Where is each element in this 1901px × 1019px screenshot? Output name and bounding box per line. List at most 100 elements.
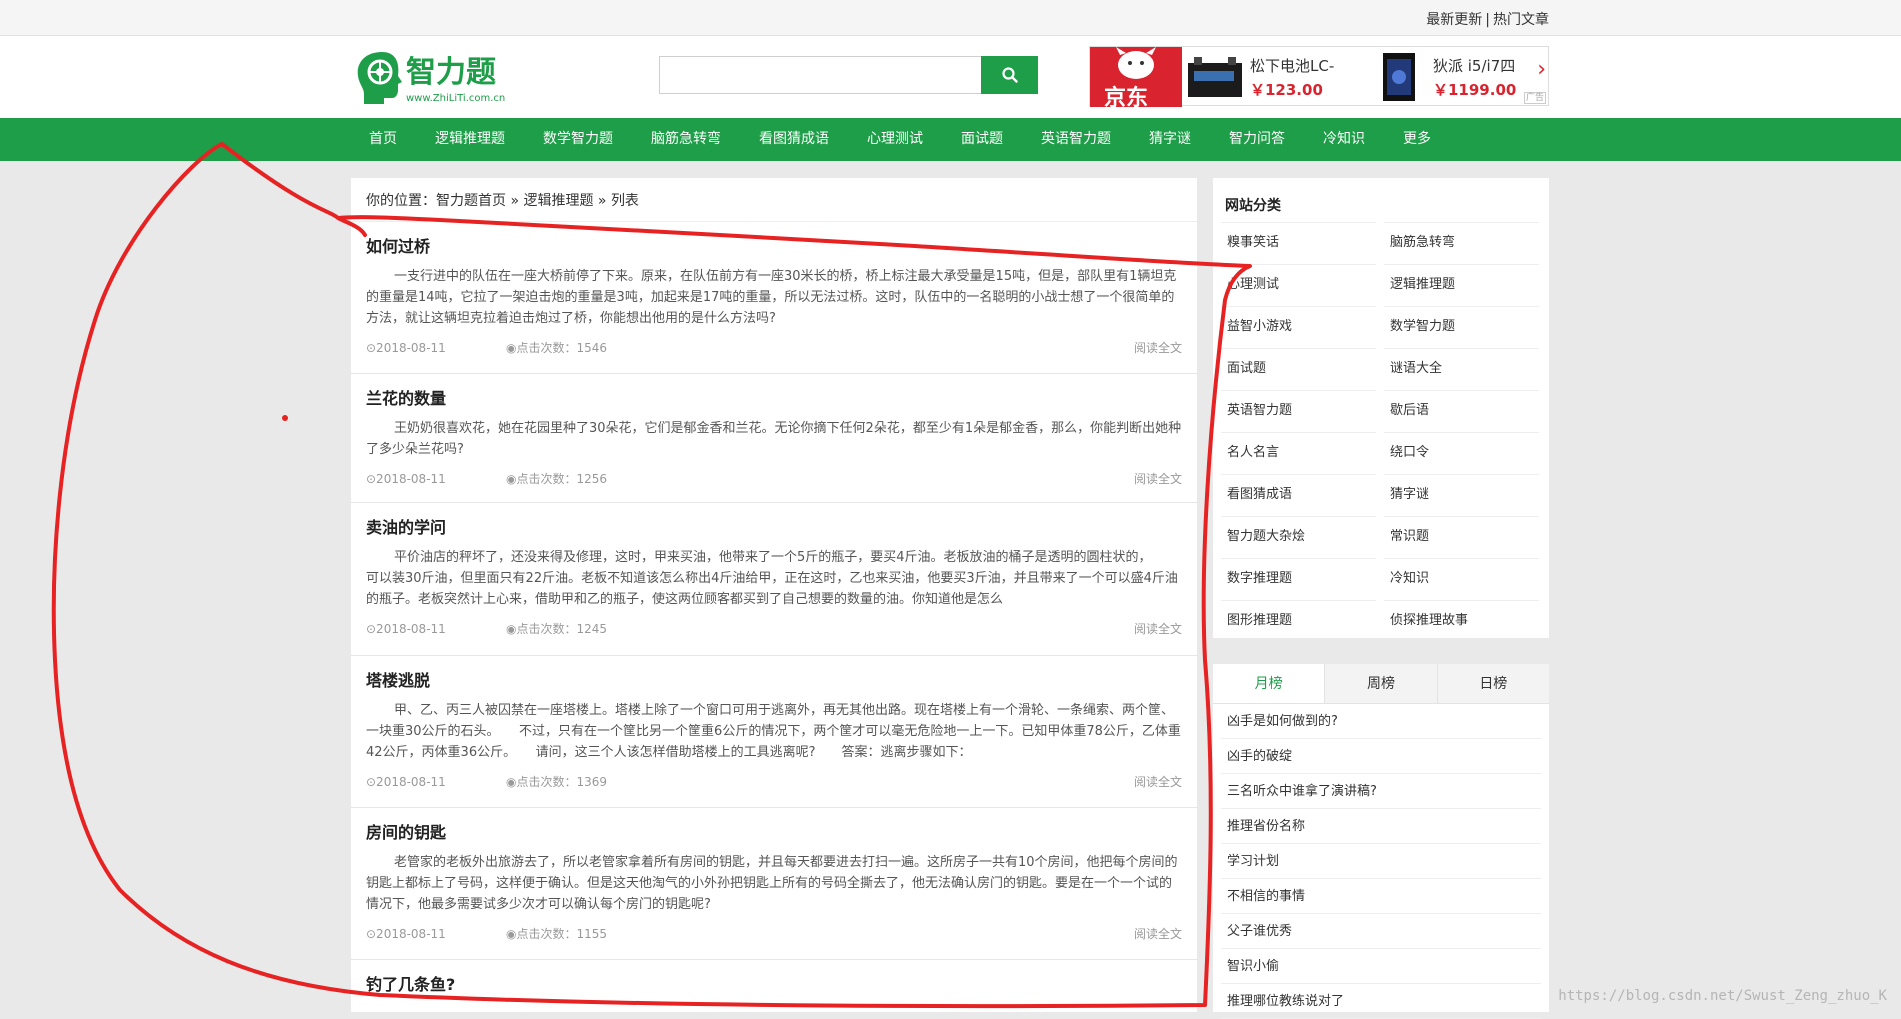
tab-weekly[interactable]: 周榜 [1324, 664, 1437, 703]
category-link[interactable]: 面试题 [1221, 348, 1376, 389]
jd-brand-block: 京东 [1090, 47, 1182, 111]
ad-item1-title[interactable]: 松下电池LC- [1250, 55, 1334, 76]
breadcrumb-home[interactable]: 智力题首页 [436, 193, 506, 209]
search-icon [1001, 67, 1018, 83]
article-title[interactable]: 塔楼逃脱 [366, 670, 1182, 692]
article-title[interactable]: 兰花的数量 [366, 388, 1182, 410]
logo-url: www.ZhiLiTi.com.cn [406, 93, 505, 104]
category-link[interactable]: 英语智力题 [1221, 390, 1376, 431]
ranking-item[interactable]: 推理省份名称 [1221, 809, 1541, 844]
breadcrumb-category[interactable]: 逻辑推理题 [523, 193, 593, 209]
ranking-item[interactable]: 学习计划 [1221, 844, 1541, 879]
nav-item-qa[interactable]: 智力问答 [1210, 118, 1304, 161]
hot-articles-link[interactable]: 热门文章 [1493, 12, 1549, 28]
category-panel-title: 网站分类 [1225, 198, 1281, 214]
article-views: ◉点击次数：1546 [506, 341, 608, 355]
ad-item2-price: ￥1199.00 [1433, 81, 1517, 99]
article-item: 如何过桥 一支行进中的队伍在一座大桥前停了下来。原来，在队伍前方有一座30米长的… [351, 222, 1197, 374]
tab-monthly[interactable]: 月榜 [1213, 664, 1325, 703]
article-list-panel: 你的位置：智力题首页 » 逻辑推理题 » 列表 如何过桥 一支行进中的队伍在一座… [351, 178, 1197, 1012]
latest-updates-link[interactable]: 最新更新 [1426, 12, 1482, 28]
ranking-item[interactable]: 不相信的事情 [1221, 879, 1541, 914]
ranking-item[interactable]: 凶手是如何做到的? [1221, 704, 1541, 739]
site-header: 智力题 www.ZhiLiTi.com.cn 京东 松下电池LC- ￥123.0… [0, 36, 1901, 118]
article-meta: ⊙2018-08-11 ◉点击次数：1245 阅读全文 [366, 614, 1182, 644]
category-link[interactable]: 脑筋急转弯 [1384, 222, 1539, 263]
nav-item-more[interactable]: 更多 [1384, 118, 1450, 161]
article-title[interactable]: 如何过桥 [366, 236, 1182, 258]
nav-item-trivia[interactable]: 冷知识 [1304, 118, 1384, 161]
article-views: ◉点击次数：1369 [506, 775, 608, 789]
nav-item-riddle[interactable]: 猜字谜 [1130, 118, 1210, 161]
article-title[interactable]: 钓了几条鱼? [366, 974, 1182, 996]
nav-item-logic[interactable]: 逻辑推理题 [416, 118, 524, 161]
nav-item-interview[interactable]: 面试题 [942, 118, 1022, 161]
category-link[interactable]: 心理测试 [1221, 264, 1376, 305]
category-link[interactable]: 益智小游戏 [1221, 306, 1376, 347]
category-link[interactable]: 猜字谜 [1384, 474, 1539, 515]
read-more-link[interactable]: 阅读全文 [1134, 333, 1182, 363]
category-link[interactable]: 看图猜成语 [1221, 474, 1376, 515]
article-date: ⊙2018-08-11 [366, 341, 446, 355]
nav-item-picture-idiom[interactable]: 看图猜成语 [740, 118, 848, 161]
ranking-item[interactable]: 智识小偷 [1221, 949, 1541, 984]
article-item: 钓了几条鱼? [351, 960, 1197, 1012]
tab-daily[interactable]: 日榜 [1436, 664, 1549, 703]
category-link[interactable]: 糗事笑话 [1221, 222, 1376, 263]
category-link[interactable]: 冷知识 [1384, 558, 1539, 599]
category-link[interactable]: 逻辑推理题 [1384, 264, 1539, 305]
ranking-list: 凶手是如何做到的? 凶手的破绽 三名听众中谁拿了演讲稿? 推理省份名称 学习计划… [1221, 704, 1541, 1019]
top-bar: 最新更新 | 热门文章 [0, 0, 1901, 36]
category-link[interactable]: 名人名言 [1221, 432, 1376, 473]
article-item: 房间的钥匙 老管家的老板外出旅游去了，所以老管家拿着所有房间的钥匙，并且每天都要… [351, 808, 1197, 960]
search-button[interactable] [981, 56, 1038, 94]
top-links-separator: | [1485, 12, 1490, 28]
article-meta: ⊙2018-08-11 ◉点击次数：1546 阅读全文 [366, 333, 1182, 363]
article-meta: ⊙2018-08-11 ◉点击次数：1369 阅读全文 [366, 767, 1182, 797]
brain-logo-icon: 智力题 www.ZhiLiTi.com.cn [357, 52, 505, 104]
category-link[interactable]: 歇后语 [1384, 390, 1539, 431]
article-desc: 平价油店的秤坏了，还没来得及修理，这时，甲来买油，他带来了一个5斤的瓶子，要买4… [366, 550, 1178, 607]
nav-item-brain-teaser[interactable]: 脑筋急转弯 [632, 118, 740, 161]
ad-item2-title[interactable]: 狄派 i5/i7四 [1433, 55, 1515, 76]
site-logo[interactable]: 智力题 www.ZhiLiTi.com.cn [354, 46, 532, 108]
article-date: ⊙2018-08-11 [366, 622, 446, 636]
logo-text: 智力题 [406, 55, 496, 90]
nav-item-psych-test[interactable]: 心理测试 [848, 118, 942, 161]
ad-tag: 广告 [1523, 92, 1546, 104]
article-meta: ⊙2018-08-11 ◉点击次数：1155 阅读全文 [366, 919, 1182, 949]
category-link[interactable]: 谜语大全 [1384, 348, 1539, 389]
ranking-item[interactable]: 推理哪位教练说对了 [1221, 984, 1541, 1019]
category-link[interactable]: 数学智力题 [1384, 306, 1539, 347]
category-link[interactable]: 绕口令 [1384, 432, 1539, 473]
ad-next-arrow-icon[interactable]: › [1537, 57, 1546, 82]
read-more-link[interactable]: 阅读全文 [1134, 614, 1182, 644]
category-link[interactable]: 数字推理题 [1221, 558, 1376, 599]
article-title[interactable]: 房间的钥匙 [366, 822, 1182, 844]
red-annotation-dot [282, 415, 288, 421]
blog-watermark: https://blog.csdn.net/Swust_Zeng_zhuo_K [1558, 988, 1887, 1004]
read-more-link[interactable]: 阅读全文 [1134, 464, 1182, 494]
jd-brand-text: 京东 [1104, 86, 1149, 111]
article-desc: 王奶奶很喜欢花，她在花园里种了30朵花，它们是郁金香和兰花。无论你摘下任何2朵花… [366, 421, 1182, 457]
ranking-item[interactable]: 父子谁优秀 [1221, 914, 1541, 949]
read-more-link[interactable]: 阅读全文 [1134, 767, 1182, 797]
search-input[interactable] [659, 56, 981, 94]
read-more-link[interactable]: 阅读全文 [1134, 919, 1182, 949]
jd-ad-banner[interactable]: 京东 松下电池LC- ￥123.00 狄派 i5/i7四 ￥1199.00 › … [1089, 46, 1549, 111]
category-link[interactable]: 图形推理题 [1221, 600, 1376, 641]
article-views: ◉点击次数：1256 [506, 472, 608, 486]
nav-item-english[interactable]: 英语智力题 [1022, 118, 1130, 161]
article-title[interactable]: 卖油的学问 [366, 517, 1182, 539]
article-item: 兰花的数量 王奶奶很喜欢花，她在花园里种了30朵花，它们是郁金香和兰花。无论你摘… [351, 374, 1197, 503]
ranking-item[interactable]: 三名听众中谁拿了演讲稿? [1221, 774, 1541, 809]
article-views: ◉点击次数：1155 [506, 927, 608, 941]
category-link[interactable]: 智力题大杂烩 [1221, 516, 1376, 557]
category-link[interactable]: 侦探推理故事 [1384, 600, 1539, 641]
ranking-item[interactable]: 凶手的破绽 [1221, 739, 1541, 774]
article-date: ⊙2018-08-11 [366, 472, 446, 486]
nav-item-math[interactable]: 数学智力题 [524, 118, 632, 161]
article-item: 塔楼逃脱 甲、乙、丙三人被囚禁在一座塔楼上。塔楼上除了一个窗口可用于逃离外，再无… [351, 656, 1197, 808]
category-link[interactable]: 常识题 [1384, 516, 1539, 557]
nav-item-home[interactable]: 首页 [350, 118, 416, 161]
